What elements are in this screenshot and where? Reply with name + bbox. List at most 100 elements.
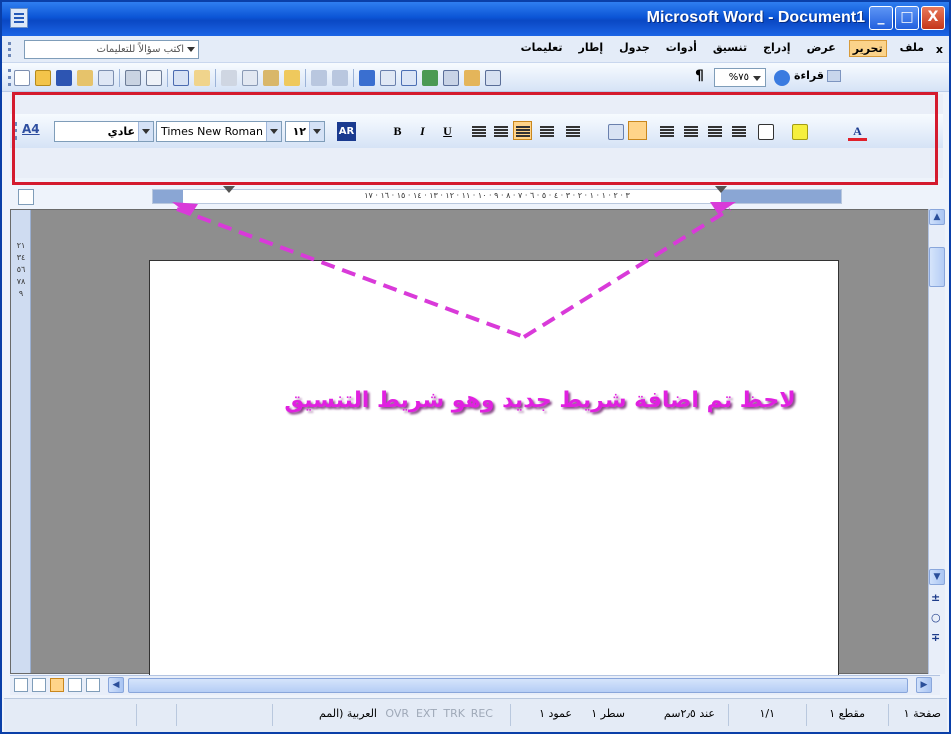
insert-table-icon[interactable] xyxy=(401,70,417,86)
ruler-numbers: ٣ · ٢ · ١ · ١ · ٢ · ٣ · ٤ · ٥ · ٦ · ٧ · … xyxy=(364,191,630,200)
vertical-ruler[interactable]: ٢١٣٤٥٦٧٨٩ xyxy=(11,210,31,673)
show-formatting-icon[interactable]: ¶ xyxy=(695,68,704,84)
research-icon[interactable] xyxy=(194,70,210,86)
line-spacing-icon[interactable] xyxy=(566,126,580,128)
drawing-icon[interactable] xyxy=(464,70,480,86)
numbering-icon[interactable] xyxy=(660,126,674,128)
next-page-icon[interactable]: ∓ xyxy=(931,631,940,644)
minimize-button[interactable]: _ xyxy=(869,6,893,30)
scroll-down-icon[interactable]: ▼ xyxy=(929,569,945,585)
status-ovr[interactable]: OVR xyxy=(385,707,409,720)
print-preview-icon[interactable] xyxy=(146,70,162,86)
font-size-dropdown[interactable] xyxy=(309,122,324,141)
menu-table[interactable]: جدول xyxy=(616,40,653,57)
align-right-button[interactable] xyxy=(513,121,532,140)
menu-format[interactable]: تنسيق xyxy=(710,40,750,57)
status-divider xyxy=(888,704,889,726)
new-icon[interactable] xyxy=(14,70,30,86)
normal-view-icon[interactable] xyxy=(14,678,28,692)
insert-excel-icon[interactable] xyxy=(422,70,438,86)
undo-icon[interactable] xyxy=(311,70,327,86)
scroll-right-icon[interactable]: ▶ xyxy=(916,677,932,693)
italic-button[interactable]: I xyxy=(413,122,432,141)
horizontal-ruler[interactable]: ٣ · ٢ · ١ · ١ · ٢ · ٣ · ٤ · ٥ · ٦ · ٧ · … xyxy=(152,186,842,204)
underline-button[interactable]: U xyxy=(438,122,457,141)
read-button[interactable]: قراءة xyxy=(794,69,841,82)
rtl-direction-button[interactable] xyxy=(628,121,647,140)
permission-icon[interactable] xyxy=(77,70,93,86)
vertical-scrollbar[interactable]: ▲ ▼ ± ○ ∓ xyxy=(928,209,945,674)
chevron-down-icon[interactable] xyxy=(753,76,761,81)
help-search-input[interactable]: اكتب سؤالاً للتعليمات xyxy=(24,40,199,59)
font-select[interactable]: Times New Roman xyxy=(156,121,282,142)
print-icon[interactable] xyxy=(125,70,141,86)
left-indent-marker-icon[interactable] xyxy=(223,186,235,193)
toolbar-grip-icon[interactable] xyxy=(8,69,11,86)
document-page[interactable] xyxy=(149,260,839,680)
menu-edit[interactable]: تحرير xyxy=(848,40,887,57)
document-map-icon[interactable] xyxy=(485,70,501,86)
menu-tools[interactable]: أدوات xyxy=(663,40,700,57)
menu-bar: اكتب سؤالاً للتعليمات ملف تحرير عرض إدرا… xyxy=(2,36,949,63)
menu-help[interactable]: تعليمات xyxy=(518,40,566,57)
language-button[interactable]: AR xyxy=(337,122,356,141)
status-ext[interactable]: EXT xyxy=(416,707,437,720)
ltr-direction-icon[interactable] xyxy=(608,124,624,140)
font-size-select[interactable]: ١٢ xyxy=(285,121,325,142)
redo-icon[interactable] xyxy=(332,70,348,86)
status-trk[interactable]: TRK xyxy=(443,707,465,720)
copy-icon[interactable] xyxy=(242,70,258,86)
style-select[interactable]: عادي xyxy=(54,121,154,142)
paste-icon[interactable] xyxy=(263,70,279,86)
menu-insert[interactable]: إدراج xyxy=(760,40,793,57)
close-document-button[interactable]: x xyxy=(936,43,943,56)
columns-icon[interactable] xyxy=(443,70,459,86)
web-layout-icon[interactable] xyxy=(32,678,46,692)
select-browse-object-icon[interactable]: ○ xyxy=(931,611,941,624)
bold-button[interactable]: B xyxy=(388,122,407,141)
menu-view[interactable]: عرض xyxy=(804,40,839,57)
horizontal-scroll-track[interactable] xyxy=(128,678,908,693)
right-indent-marker-icon[interactable] xyxy=(715,186,727,193)
font-dropdown[interactable] xyxy=(266,122,281,141)
maximize-button[interactable]: □ xyxy=(895,6,919,30)
font-color-button[interactable]: A xyxy=(848,122,867,141)
style-dropdown[interactable] xyxy=(138,122,153,141)
decrease-indent-icon[interactable] xyxy=(708,126,722,128)
previous-page-icon[interactable]: ± xyxy=(931,591,940,604)
align-left-icon[interactable] xyxy=(472,126,486,128)
tables-borders-icon[interactable] xyxy=(380,70,396,86)
increase-indent-icon[interactable] xyxy=(732,126,746,128)
zoom-select[interactable]: ٧٥% xyxy=(714,68,766,87)
highlight-icon[interactable] xyxy=(792,124,808,140)
scroll-left-icon[interactable]: ◀ xyxy=(108,677,124,693)
tab-selector-icon[interactable] xyxy=(18,189,34,205)
vertical-scroll-thumb[interactable] xyxy=(929,247,945,287)
status-rec[interactable]: REC xyxy=(471,707,493,720)
justify-icon[interactable] xyxy=(540,126,554,128)
cut-icon[interactable] xyxy=(221,70,237,86)
word-app-icon[interactable] xyxy=(10,8,28,28)
help-icon[interactable] xyxy=(774,70,790,86)
reading-layout-icon[interactable] xyxy=(86,678,100,692)
menu-window[interactable]: إطار xyxy=(576,40,607,57)
scroll-up-icon[interactable]: ▲ xyxy=(929,209,945,225)
open-icon[interactable] xyxy=(35,70,51,86)
chevron-down-icon[interactable] xyxy=(187,47,195,52)
outline-view-icon[interactable] xyxy=(68,678,82,692)
spelling-icon[interactable] xyxy=(173,70,189,86)
format-painter-icon[interactable] xyxy=(284,70,300,86)
align-center-icon[interactable] xyxy=(494,126,508,128)
horizontal-scroll-thumb[interactable] xyxy=(128,678,908,693)
borders-icon[interactable] xyxy=(758,124,774,140)
hyperlink-icon[interactable] xyxy=(359,70,375,86)
menu-file[interactable]: ملف xyxy=(897,40,927,57)
bullets-icon[interactable] xyxy=(684,126,698,128)
print-layout-icon[interactable] xyxy=(50,678,64,692)
toolbar-grip-icon[interactable] xyxy=(14,122,17,140)
close-button[interactable]: X xyxy=(921,6,945,30)
save-icon[interactable] xyxy=(56,70,72,86)
email-icon[interactable] xyxy=(98,70,114,86)
styles-formatting-icon[interactable]: A4 xyxy=(22,122,40,136)
menubar-grip-icon[interactable] xyxy=(8,42,11,57)
